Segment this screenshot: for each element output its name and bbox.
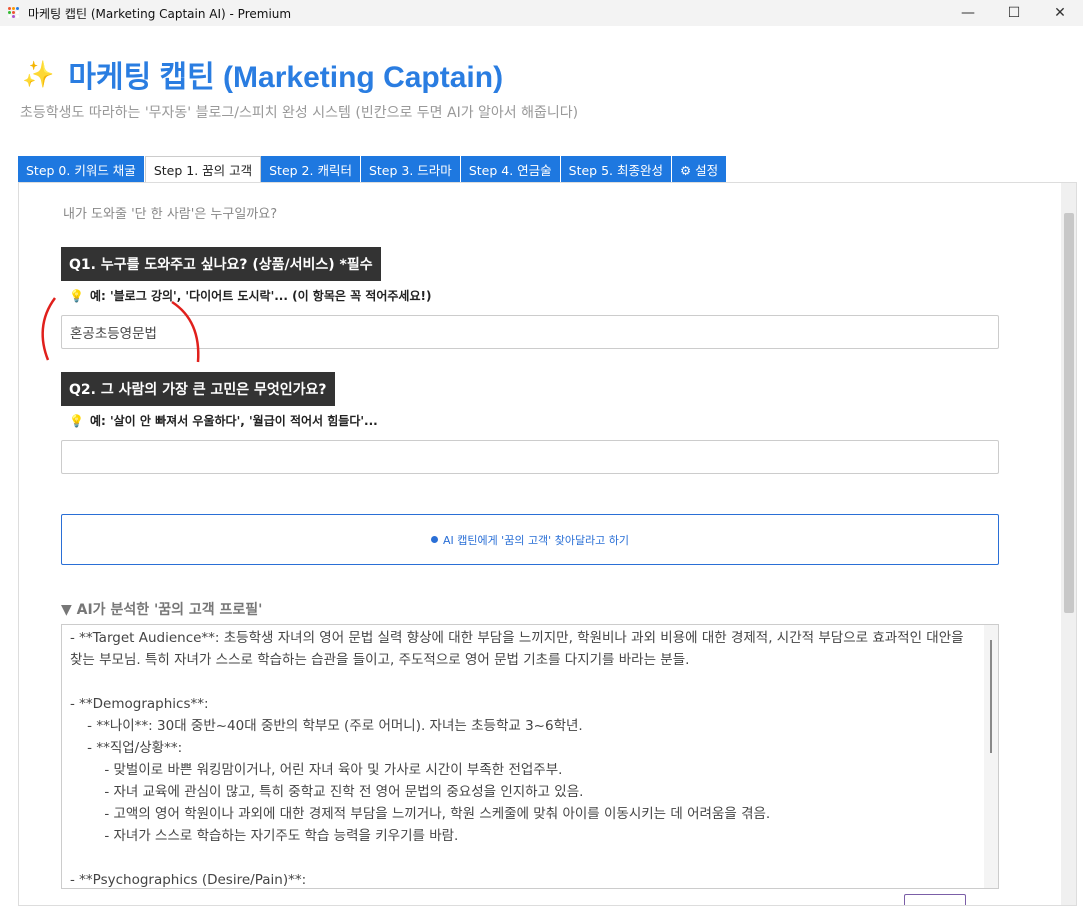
page-subtitle: 초등학생도 따라하는 '무자동' 블로그/스피치 완성 시스템 (빈칸으로 두면… xyxy=(20,105,579,121)
tab-step4[interactable]: Step 4. 연금술 xyxy=(460,156,561,182)
robot-icon xyxy=(430,536,438,543)
result-scrollbar[interactable] xyxy=(984,625,998,888)
find-customer-button-label: AI 캡틴에게 '꿈의 고객' 찾아달라고 하기 xyxy=(442,533,630,547)
q2-hint-text: 예: '살이 안 빠져서 우울하다', '월급이 적어서 힘들다'... xyxy=(89,414,378,428)
profile-result-text: - **Target Audience**: 초등학생 자녀의 영어 문법 실력… xyxy=(70,630,964,888)
minimize-button[interactable]: — xyxy=(945,0,991,26)
tab-step3[interactable]: Step 3. 드라마 xyxy=(360,156,461,182)
tab-settings[interactable]: ⚙ 설정 xyxy=(672,156,728,182)
q2-input[interactable] xyxy=(61,440,999,474)
tab-step1[interactable]: Step 1. 꿈의 고객 xyxy=(144,156,262,182)
window-title: 마케팅 캡틴 (Marketing Captain AI) - Premium xyxy=(28,6,292,21)
tab-step5[interactable]: Step 5. 최종완성 xyxy=(560,156,672,182)
profile-expander[interactable]: ▼ AI가 분석한 '꿈의 고객 프로필' xyxy=(61,599,262,619)
lightbulb-icon: 💡 xyxy=(69,288,84,303)
app-header: ✨ 마케팅 캡틴 (Marketing Captain) xyxy=(22,52,503,96)
app-icon xyxy=(8,7,20,19)
partial-button[interactable] xyxy=(904,894,966,905)
intro-text: 내가 도와줄 '단 한 사람'은 누구일까요? xyxy=(63,207,278,222)
q2-label: Q2. 그 사람의 가장 큰 고민은 무엇인가요? xyxy=(61,372,335,406)
tab-step0[interactable]: Step 0. 키워드 채굴 xyxy=(18,156,145,182)
q1-input[interactable] xyxy=(61,315,999,349)
step1-panel: 내가 도와줄 '단 한 사람'은 누구일까요? Q1. 누구를 도와주고 싶나요… xyxy=(18,182,1077,906)
maximize-button[interactable]: ☐ xyxy=(991,0,1037,26)
find-customer-button[interactable]: AI 캡틴에게 '꿈의 고객' 찾아달라고 하기 xyxy=(61,514,999,565)
close-button[interactable]: ✕ xyxy=(1037,0,1083,26)
q2-hint: 💡 예: '살이 안 빠져서 우울하다', '월급이 적어서 힘들다'... xyxy=(69,412,378,429)
window-titlebar: 마케팅 캡틴 (Marketing Captain AI) - Premium … xyxy=(0,0,1083,26)
tab-step2[interactable]: Step 2. 캐릭터 xyxy=(261,156,361,182)
lightbulb-icon: 💡 xyxy=(69,413,84,428)
panel-scrollbar[interactable] xyxy=(1061,183,1076,905)
q1-hint-text: 예: '블로그 강의', '다이어트 도시락'... (이 항목은 꼭 적어주세… xyxy=(89,289,432,303)
sparkle-icon: ✨ xyxy=(22,58,55,89)
q1-hint: 💡 예: '블로그 강의', '다이어트 도시락'... (이 항목은 꼭 적어주… xyxy=(69,287,431,304)
profile-result-textarea[interactable]: - **Target Audience**: 초등학생 자녀의 영어 문법 실력… xyxy=(61,624,999,889)
q1-label: Q1. 누구를 도와주고 싶나요? (상품/서비스) *필수 xyxy=(61,247,381,281)
page-title: 마케팅 캡틴 (Marketing Captain) xyxy=(68,61,504,94)
step-tabs: Step 0. 키워드 채굴 Step 1. 꿈의 고객 Step 2. 캐릭터… xyxy=(18,156,728,182)
